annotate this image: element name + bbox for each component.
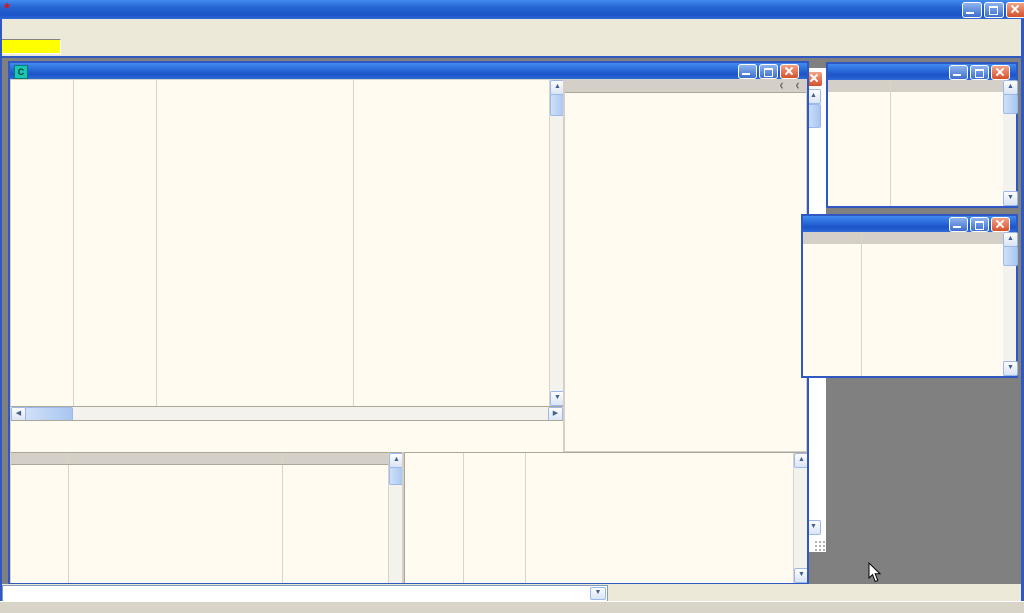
maximize-icon xyxy=(764,68,773,77)
scroll-up-button[interactable]: ▲ xyxy=(1003,232,1018,247)
disassembly-pane[interactable]: ▲ ▼ xyxy=(11,80,563,406)
minimize-button[interactable] xyxy=(949,217,968,232)
combobox-dropdown-icon[interactable]: ▼ xyxy=(590,587,606,600)
cpu-maximize-button[interactable] xyxy=(759,64,778,79)
scroll-down-button[interactable]: ▼ xyxy=(550,391,563,406)
dump-header xyxy=(11,453,402,465)
cpu-title-bar: C xyxy=(10,63,807,79)
scroll-up-button[interactable]: ▲ xyxy=(389,453,402,468)
window-title-bar xyxy=(828,64,1016,80)
registers-pane[interactable]: ❮ ❮ xyxy=(565,80,806,451)
dump-pane[interactable]: ▲ xyxy=(11,452,402,583)
minimize-icon xyxy=(953,226,961,228)
scroll-up-button[interactable]: ▲ xyxy=(550,80,563,95)
status-paused-field xyxy=(1,39,61,54)
maximize-icon xyxy=(975,69,984,78)
maximize-icon xyxy=(975,221,984,230)
menu-bar xyxy=(0,19,1024,38)
scroll-thumb[interactable] xyxy=(1003,94,1018,114)
scroll-up-button[interactable]: ▲ xyxy=(1003,80,1018,95)
window-title-bar xyxy=(803,216,1016,232)
cpu-close-button[interactable] xyxy=(780,64,799,79)
scroll-down-button[interactable]: ▼ xyxy=(1003,191,1018,206)
status-bar xyxy=(0,601,1024,613)
close-button[interactable] xyxy=(991,217,1010,232)
comment-window-top: ▲ ▼ xyxy=(826,62,1018,208)
ollydbg-screen: { "window": { "title": "", "status": "Pa… xyxy=(0,0,1024,613)
close-button[interactable] xyxy=(991,65,1010,80)
cpu-window-icon: C xyxy=(14,65,28,79)
vscrollbar[interactable]: ▲ ▼ xyxy=(1003,232,1016,376)
info-pane[interactable] xyxy=(11,420,563,452)
prev-pane-icon[interactable]: ❮ xyxy=(779,80,784,91)
scroll-thumb[interactable] xyxy=(550,94,563,116)
stack-pane[interactable]: ▲ ▼ xyxy=(404,452,807,583)
minimize-icon xyxy=(966,12,974,14)
maximize-button[interactable] xyxy=(984,2,1004,18)
disasm-hscrollbar[interactable]: ◀ ▶ xyxy=(11,406,563,421)
info-text xyxy=(11,421,563,430)
main-title-bar: * xyxy=(0,0,1024,19)
command-value xyxy=(3,591,6,601)
scroll-thumb[interactable] xyxy=(389,467,402,485)
minimize-icon xyxy=(953,74,961,76)
minimize-button[interactable] xyxy=(949,65,968,80)
scroll-down-button[interactable]: ▼ xyxy=(1003,361,1018,376)
mouse-cursor xyxy=(868,562,882,589)
maximize-button[interactable] xyxy=(970,217,989,232)
registers-header: ❮ ❮ xyxy=(565,80,806,93)
scroll-up-button[interactable]: ▲ xyxy=(794,453,807,468)
comment-window-bottom: ▲ ▼ xyxy=(801,214,1018,378)
resize-grip[interactable] xyxy=(814,540,825,551)
command-combobox[interactable]: ▼ xyxy=(2,585,608,602)
close-button[interactable] xyxy=(1006,2,1024,18)
disasm-vscrollbar[interactable]: ▲ ▼ xyxy=(549,80,563,406)
list-body[interactable] xyxy=(803,244,1003,376)
dump-vscrollbar[interactable]: ▲ xyxy=(388,453,402,583)
mdi-area: ▲ ▼ C ▲ ▼ ◀ xyxy=(0,56,1024,603)
cpu-window: C ▲ ▼ ◀ ▶ xyxy=(8,61,809,585)
maximize-icon xyxy=(989,6,998,15)
list-body[interactable] xyxy=(828,92,1003,206)
vscrollbar[interactable]: ▲ ▼ xyxy=(1003,80,1016,206)
toolbar xyxy=(0,37,1024,56)
maximize-button[interactable] xyxy=(970,65,989,80)
cpu-minimize-button[interactable] xyxy=(738,64,757,79)
scroll-down-button[interactable]: ▼ xyxy=(794,568,807,583)
minimize-icon xyxy=(742,73,750,75)
scroll-thumb[interactable] xyxy=(1003,246,1018,266)
ollydbg-app-icon: * xyxy=(4,2,18,16)
window-left-border xyxy=(0,19,2,601)
minimize-button[interactable] xyxy=(962,2,982,18)
next-pane-icon[interactable]: ❮ xyxy=(795,80,800,91)
stack-vscrollbar[interactable]: ▲ ▼ xyxy=(793,453,807,583)
